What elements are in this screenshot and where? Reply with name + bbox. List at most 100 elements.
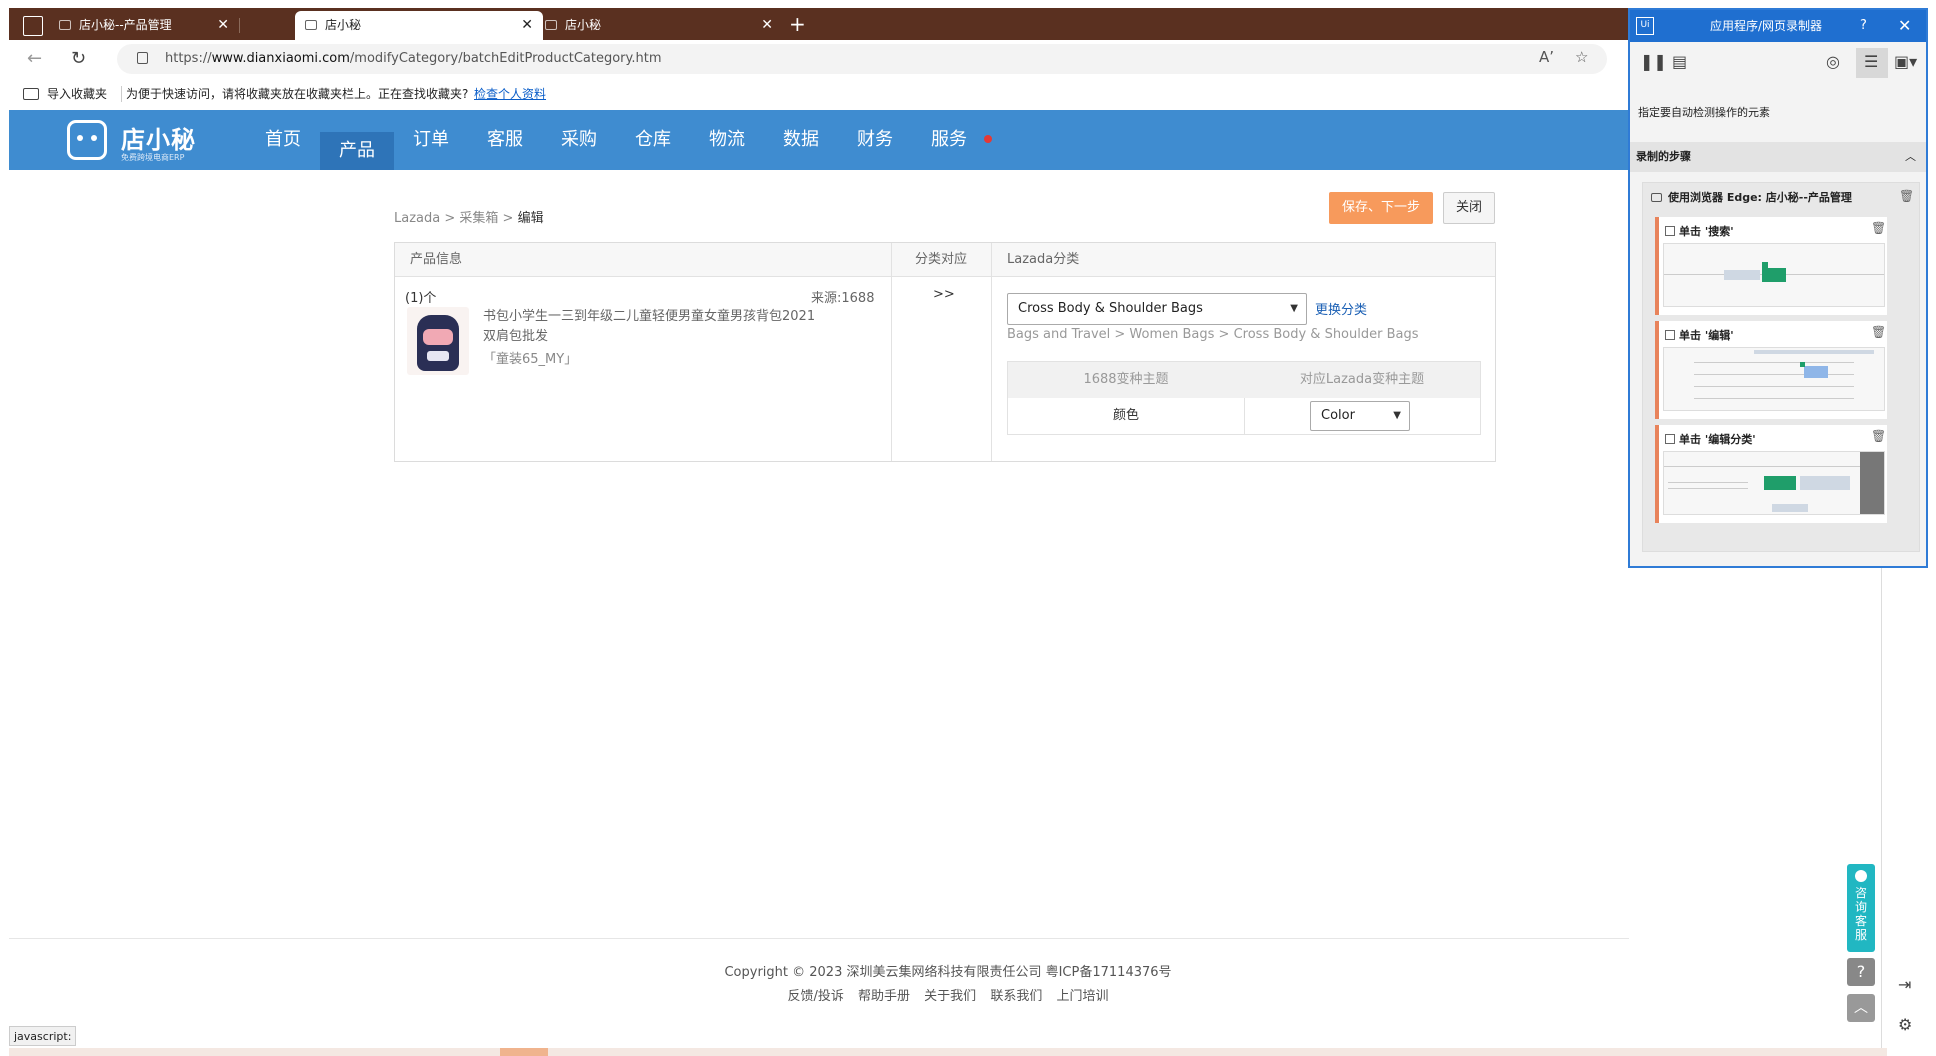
recorded-steps-header[interactable]: 录制的步骤 ︿ bbox=[1630, 142, 1926, 172]
close-tab-icon[interactable]: ✕ bbox=[217, 11, 229, 40]
mapping-arrow: >> bbox=[933, 287, 955, 302]
app-header: 店小秘 免费跨境电商ERP 首页 产品 订单 客服 采购 仓库 物流 数据 财务… bbox=[9, 110, 1629, 170]
import-favorites-icon[interactable] bbox=[23, 88, 39, 100]
product-image[interactable] bbox=[407, 307, 469, 375]
camera-dropdown-icon[interactable]: ▣▾ bbox=[1894, 52, 1917, 71]
footer-link-training[interactable]: 上门培训 bbox=[1056, 989, 1108, 1004]
product-title: 书包小学生一三到年级二儿童轻便男童女童男孩背包2021双肩包批发 bbox=[483, 309, 816, 344]
change-category-link[interactable]: 更换分类 bbox=[1315, 299, 1367, 318]
trash-icon[interactable]: 🗑 bbox=[1871, 325, 1886, 339]
step-click-edit[interactable]: 单击 '编辑' 🗑 bbox=[1655, 321, 1887, 419]
new-tab-icon[interactable]: + bbox=[789, 11, 806, 37]
help-icon[interactable]: ? bbox=[1847, 958, 1875, 986]
product-count: (1)个 bbox=[405, 291, 437, 306]
tab-favicon-icon bbox=[59, 20, 71, 30]
step-click-edit-category[interactable]: 单击 '编辑分类' 🗑 bbox=[1655, 425, 1887, 523]
nav-logistics[interactable]: 物流 bbox=[690, 110, 764, 170]
click-icon bbox=[1665, 330, 1675, 340]
step-click-search[interactable]: 单击 '搜索' 🗑 bbox=[1655, 217, 1887, 315]
back-icon[interactable]: ← bbox=[27, 48, 42, 69]
chevron-down-icon: ▼ bbox=[1393, 410, 1401, 421]
variant-theme-select[interactable]: Color ▼ bbox=[1310, 401, 1410, 431]
footer-link-about[interactable]: 关于我们 bbox=[924, 989, 976, 1004]
target-icon[interactable]: ◎ bbox=[1826, 52, 1840, 71]
address-bar: ← ↻ https://www.dianxiaomi.com/modifyCat… bbox=[9, 40, 1629, 78]
breadcrumb-lazada[interactable]: Lazada bbox=[394, 211, 440, 226]
nav-service[interactable]: 客服 bbox=[468, 110, 542, 170]
settings-gear-icon[interactable]: ⚙ bbox=[1898, 1015, 1912, 1034]
click-icon bbox=[1665, 226, 1675, 236]
robot-logo-icon bbox=[67, 120, 107, 160]
nav-purchase[interactable]: 采购 bbox=[542, 110, 616, 170]
refresh-icon[interactable]: ↻ bbox=[71, 48, 86, 69]
close-tab-icon[interactable]: ✕ bbox=[761, 11, 773, 40]
scrollbar-thumb[interactable] bbox=[500, 1048, 548, 1056]
check-profile-link[interactable]: 检查个人资料 bbox=[474, 78, 546, 110]
help-button[interactable]: ? bbox=[1860, 10, 1867, 42]
footer-links: 反馈/投诉 帮助手册 关于我们 联系我们 上门培训 bbox=[9, 985, 1887, 1004]
nav-orders[interactable]: 订单 bbox=[394, 110, 468, 170]
save-icon[interactable]: ▤ bbox=[1672, 52, 1687, 71]
nav-product[interactable]: 产品 bbox=[320, 132, 394, 170]
close-recorder-icon[interactable]: ✕ bbox=[1898, 10, 1911, 42]
recorder-title-bar: Ui 应用程序/网页录制器 ? ✕ bbox=[1630, 10, 1926, 42]
horizontal-scrollbar[interactable] bbox=[9, 1048, 1887, 1056]
consult-service-button[interactable]: 咨询客服 bbox=[1847, 864, 1875, 952]
uipath-logo-icon: Ui bbox=[1636, 17, 1654, 35]
import-favorites-button[interactable]: 导入收藏夹 bbox=[47, 78, 107, 110]
table-row: 颜色 Color ▼ bbox=[1008, 398, 1480, 434]
list-icon[interactable]: ☰ bbox=[1864, 52, 1878, 71]
browser-step[interactable]: 使用浏览器 Edge: 店小秘--产品管理 bbox=[1651, 189, 1852, 205]
backpack-image bbox=[417, 315, 459, 371]
header-lazada-category: Lazada分类 bbox=[1007, 252, 1080, 267]
nav-warehouse[interactable]: 仓库 bbox=[616, 110, 690, 170]
step-thumbnail bbox=[1663, 451, 1885, 515]
read-aloud-icon[interactable]: Aʼ bbox=[1539, 48, 1554, 66]
nav-home[interactable]: 首页 bbox=[246, 110, 320, 170]
step-thumbnail bbox=[1663, 347, 1885, 411]
trash-icon[interactable]: 🗑 bbox=[1899, 189, 1914, 203]
url-input[interactable]: https://www.dianxiaomi.com/modifyCategor… bbox=[117, 44, 1607, 74]
favorites-hint: 为便于快速访问，请将收藏夹放在收藏夹栏上。正在查找收藏夹? bbox=[126, 87, 469, 101]
browser-tab-product-management[interactable]: 店小秘--产品管理 ✕ bbox=[49, 11, 240, 40]
favorite-star-icon[interactable]: ☆ bbox=[1575, 48, 1588, 66]
notification-dot bbox=[984, 135, 992, 143]
breadcrumb: Lazada > 采集箱 > 编辑 bbox=[394, 211, 544, 226]
category-path: Bags and Travel > Women Bags > Cross Bod… bbox=[1007, 327, 1419, 342]
save-next-button[interactable]: 保存、下一步 bbox=[1329, 192, 1433, 224]
browser-tab-dianxiaomi-active[interactable]: 店小秘 ✕ bbox=[295, 11, 543, 40]
tab-favicon-icon bbox=[545, 20, 557, 30]
recorded-steps-list: 使用浏览器 Edge: 店小秘--产品管理 🗑 单击 '搜索' 🗑 单击 '编辑… bbox=[1642, 182, 1920, 552]
nav-data[interactable]: 数据 bbox=[764, 110, 838, 170]
chevron-up-icon[interactable]: ︿ bbox=[1905, 142, 1916, 172]
breadcrumb-collection-box[interactable]: 采集箱 bbox=[459, 211, 498, 226]
lazada-category-select[interactable]: Cross Body & Shoulder Bags ▼ bbox=[1007, 293, 1307, 325]
nav-finance[interactable]: 财务 bbox=[838, 110, 912, 170]
chevron-down-icon: ▼ bbox=[1290, 303, 1298, 314]
close-tab-icon[interactable]: ✕ bbox=[521, 11, 533, 40]
variant-source-theme: 颜色 bbox=[1112, 408, 1139, 423]
logo-subtitle: 免费跨境电商ERP bbox=[121, 153, 185, 162]
variant-mapping-table: 1688变种主题 对应Lazada变种主题 颜色 Color ▼ bbox=[1007, 361, 1481, 435]
recorder-hint: 指定要自动检测操作的元素 bbox=[1638, 106, 1770, 119]
footer-link-contact[interactable]: 联系我们 bbox=[990, 989, 1042, 1004]
footer-link-help[interactable]: 帮助手册 bbox=[858, 989, 910, 1004]
back-to-top-icon[interactable]: ︿ bbox=[1847, 994, 1875, 1022]
close-button[interactable]: 关闭 bbox=[1443, 192, 1495, 224]
lock-icon bbox=[137, 52, 148, 64]
recorder-panel: Ui 应用程序/网页录制器 ? ✕ ❚❚ ▤ ◎ ☰ ▣▾ 指定要自动检测操作的… bbox=[1628, 8, 1928, 568]
click-icon bbox=[1665, 434, 1675, 444]
trash-icon[interactable]: 🗑 bbox=[1871, 221, 1886, 235]
split-screen-icon[interactable]: ⇥ bbox=[1898, 975, 1911, 994]
logo-title[interactable]: 店小秘 bbox=[121, 120, 196, 155]
pause-icon[interactable]: ❚❚ bbox=[1640, 52, 1667, 71]
tab-actions-icon[interactable] bbox=[23, 16, 43, 36]
browser-icon bbox=[1651, 193, 1662, 202]
footer-link-feedback[interactable]: 反馈/投诉 bbox=[787, 989, 843, 1004]
status-tooltip: javascript: bbox=[9, 1026, 77, 1046]
nav-services[interactable]: 服务 bbox=[912, 110, 986, 170]
browser-tab-dianxiaomi[interactable]: 店小秘 ✕ bbox=[535, 11, 783, 40]
panel-header: 产品信息 分类对应 Lazada分类 bbox=[395, 243, 1495, 277]
trash-icon[interactable]: 🗑 bbox=[1871, 429, 1886, 443]
product-sku: 「童装65_MY」 bbox=[483, 352, 578, 367]
